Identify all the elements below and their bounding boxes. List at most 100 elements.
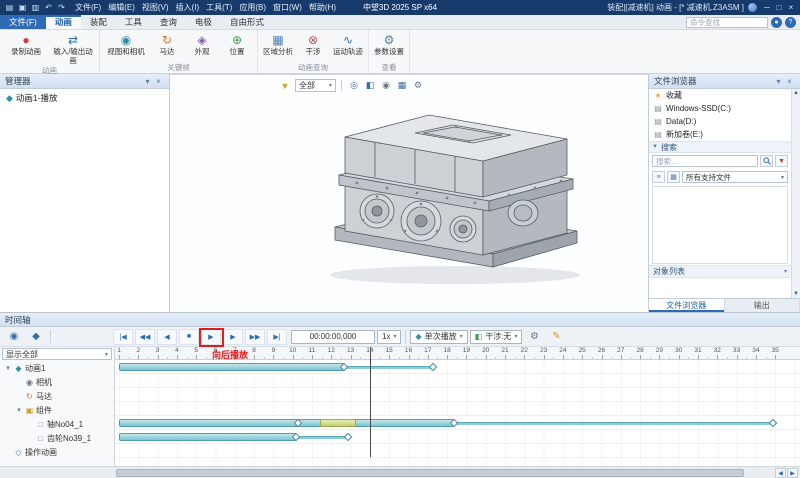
search-input[interactable]: 搜索... [652,155,758,167]
record-video-icon[interactable]: ◉ [4,329,24,345]
ribbon-button-外观[interactable]: ◈外观 [185,31,219,62]
folder-row-3[interactable]: ▤新加卷(E:) [649,128,791,141]
folder-row-2[interactable]: ▤Data(D:) [649,115,791,128]
keyframe-diamond[interactable] [429,363,437,371]
expander-icon[interactable]: ▾ [4,364,12,372]
file-panel-tab-1[interactable]: 输出 [725,299,800,312]
viewport-3d[interactable]: ▼ 全部▾ ◎◧◉▦⚙ [170,74,648,312]
folder-row-1[interactable]: ▤Windows-SSD(C:) [649,102,791,115]
close-icon[interactable]: × [153,77,164,86]
track-bar[interactable] [119,433,297,441]
ribbon-button-位置[interactable]: ⊕位置 [220,31,254,62]
track-label-动画1[interactable]: ▾◆动画1 [0,361,114,375]
redo-icon[interactable]: ↷ [56,0,67,15]
object-list-header[interactable]: 对象列表▾ [649,265,791,278]
ribbon-tab-3[interactable]: 查询 [151,15,186,29]
menu-item-7[interactable]: 帮助(H) [309,2,336,13]
menu-item-5[interactable]: 应用(B) [239,2,266,13]
display-filter-select[interactable]: 全部▾ [295,79,336,92]
play-mode-select[interactable]: ◆单次播放▾ [410,330,467,344]
track-row-相机[interactable] [115,374,800,388]
search-section-header[interactable]: ▼搜索 [649,141,791,153]
file-menu-button[interactable]: 文件(F) [0,15,46,29]
stop-button[interactable]: ■ [179,329,199,345]
ribbon-button-运动轨迹[interactable]: ∿运动轨迹 [331,31,365,62]
ribbon-button-参数设置[interactable]: ⚙参数设置 [372,31,406,62]
ribbon-button-干涉[interactable]: ⊗干涉 [296,31,330,62]
undo-icon[interactable]: ↶ [43,0,54,15]
thumbnail-view-icon[interactable]: ▦ [667,171,680,183]
filter-icon[interactable]: ▼ [278,79,292,92]
time-display[interactable]: 00:00:00,000 [291,330,375,344]
ribbon-button-视图和相机[interactable]: ◉视图和相机 [103,31,149,62]
ribbon-button-区域分析[interactable]: ▦区域分析 [261,31,295,62]
next-key-button[interactable]: ▶▶ [245,329,265,345]
file-list[interactable] [652,186,788,264]
keyframe-icon[interactable]: ◆ [26,329,46,345]
first-frame-button[interactable]: |◀ [113,329,133,345]
help-icon[interactable]: ? [785,17,796,28]
maximize-button[interactable]: □ [773,0,785,15]
track-label-组件[interactable]: ▾▣组件 [0,403,114,417]
user-icon[interactable]: ● [771,17,782,28]
track-row-组件[interactable] [115,402,800,416]
edit-icon[interactable]: ✎ [546,329,566,345]
menu-item-6[interactable]: 窗口(W) [273,2,302,13]
menu-item-2[interactable]: 视图(V) [142,2,169,13]
keyframe-diamond[interactable] [344,433,352,441]
save-icon[interactable]: ▥ [30,0,41,15]
close-icon[interactable]: × [784,77,795,86]
ribbon-button-录制动画[interactable]: ●录制动画 [3,31,49,65]
ribbon-tab-1[interactable]: 装配 [81,15,116,29]
ribbon-button-输入/输出动画[interactable]: ⇄输入/输出动画 [50,31,96,65]
last-frame-button[interactable]: ▶| [267,329,287,345]
track-bar[interactable] [119,363,345,371]
menu-item-4[interactable]: 工具(T) [206,2,232,13]
speed-select[interactable]: 1x▾ [377,330,401,344]
track-row-马达[interactable] [115,388,800,402]
track-label-马达[interactable]: ↻马达 [0,389,114,403]
show-all-select[interactable]: 显示全部▾ [2,348,112,360]
next-frame-button[interactable]: ▶ [223,329,243,345]
ribbon-tab-5[interactable]: 自由形式 [221,15,273,29]
interference-select[interactable]: ◧干涉:无▾ [470,330,523,344]
track-row-动画1[interactable] [115,360,800,374]
file-type-filter-select[interactable]: 所有支持文件▾ [682,171,788,183]
new-file-icon[interactable]: ▤ [4,0,15,15]
pin-icon[interactable]: ▾ [142,77,153,86]
prev-frame-button[interactable]: ◀ [157,329,177,345]
file-panel-scrollbar[interactable]: ▲ ▼ [791,89,800,298]
search-icon[interactable] [760,155,773,167]
menu-item-3[interactable]: 插入(I) [176,2,200,13]
track-label-相机[interactable]: ◉相机 [0,375,114,389]
track-row-操作动画[interactable] [115,444,800,458]
grid-icon[interactable]: ▦ [395,79,409,92]
timeline-scrollbar[interactable]: ◀ ▶ [0,466,800,478]
menu-item-1[interactable]: 编辑(E) [108,2,135,13]
gear-icon[interactable]: ⚙ [411,79,425,92]
ribbon-tab-2[interactable]: 工具 [116,15,151,29]
command-search-input[interactable]: 命令查找 [686,17,768,28]
manager-tree-item[interactable]: ◆ 动画1-播放 [0,89,169,107]
wrench-icon[interactable]: ⚙ [524,329,544,345]
ribbon-tab-0[interactable]: 动画 [46,15,81,29]
pin-icon[interactable]: ▾ [773,77,784,86]
minimize-button[interactable]: ─ [761,0,773,15]
visibility-icon[interactable]: ◎ [347,79,361,92]
prev-key-button[interactable]: ◀◀ [135,329,155,345]
close-button[interactable]: × [785,0,797,15]
timeline-playhead[interactable] [370,347,371,457]
shade-icon[interactable]: ◧ [363,79,377,92]
ribbon-button-马达[interactable]: ↻马达 [150,31,184,62]
ribbon-tab-4[interactable]: 电极 [186,15,221,29]
track-label-齿轮No39_1[interactable]: □齿轮No39_1 [0,431,114,445]
open-file-icon[interactable]: ▣ [17,0,28,15]
track-label-操作动画[interactable]: ◇操作动画 [0,445,114,459]
gearbox-model[interactable] [265,93,625,303]
scroll-up-icon[interactable]: ▲ [793,89,799,97]
scroll-left-icon[interactable]: ◀ [775,468,786,478]
folder-row-0[interactable]: ★收藏 [649,89,791,102]
track-label-轴No04_1[interactable]: □轴No04_1 [0,417,114,431]
scroll-right-icon[interactable]: ▶ [787,468,798,478]
file-panel-tab-0[interactable]: 文件浏览器 [649,299,725,312]
